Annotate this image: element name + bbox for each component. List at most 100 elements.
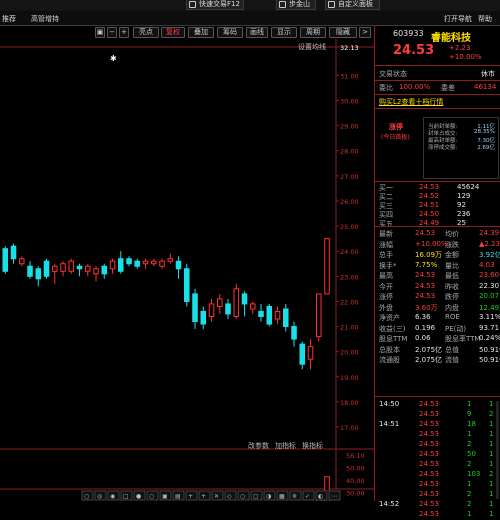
price-tick-label: 27.00	[340, 173, 359, 181]
candle-body	[118, 258, 124, 272]
price-tick-label: 28.00	[340, 148, 359, 156]
hide-button[interactable]: 隐藏	[329, 27, 357, 38]
highlight-button[interactable]: 亮点	[133, 27, 159, 38]
quote-value: 24.53	[415, 281, 436, 290]
quote-row: 最新 24.53 均价 24.39	[379, 229, 499, 239]
volume-tick-label: 30.00	[346, 490, 365, 498]
change-indicator-link[interactable]: 换指标	[302, 441, 323, 450]
price-tick-label: 32.13	[340, 44, 359, 52]
quote-label: 涨停	[379, 293, 393, 301]
kline-chart[interactable]: 设置均线 ✱ 32.13 31.00 30.00 29.00 28.00 27.00 26.…	[0, 39, 374, 520]
price-tick-label: 23.00	[340, 273, 359, 281]
tick-count: 1	[489, 450, 494, 458]
quote-value: +10.00%	[415, 239, 448, 248]
tick-volume: 2	[467, 490, 472, 498]
price-tick-label: 22.00	[340, 298, 359, 306]
menu-recommend[interactable]: 推荐	[2, 14, 16, 24]
quote-label: 跌停	[445, 293, 459, 301]
tick-price: 24.53	[419, 440, 440, 448]
trade-status-label: 交易状态	[379, 70, 407, 78]
tick-count: 2	[489, 470, 494, 478]
candle-body	[68, 260, 75, 272]
tick-price: 24.53	[419, 410, 440, 418]
weibi-value: 100.00%	[399, 83, 431, 91]
candle-body	[258, 310, 264, 317]
weibi-label: 委比	[379, 84, 393, 92]
tick-price: 24.53	[419, 500, 440, 508]
first-board-label: (今日首板)	[381, 134, 410, 141]
toggle-panel-button[interactable]: ▣	[95, 27, 105, 38]
chips-button[interactable]: 筹码	[217, 27, 243, 38]
tick-volume: 103	[467, 470, 481, 478]
menu-exec-buy[interactable]: 高管增持	[31, 14, 59, 24]
kline-chart-area[interactable]: 设置均线 ✱ 32.13 31.00 30.00 29.00 28.00 27.00 26.…	[0, 39, 374, 520]
candle-body	[19, 258, 25, 265]
adjust-button[interactable]: 复权	[161, 27, 185, 38]
bottom-tab-icon: ▢	[253, 493, 259, 500]
tick-row: 24.53 1 1	[379, 510, 499, 520]
candle-body	[225, 303, 231, 315]
l2-upgrade-link[interactable]: 购买L2查看十档行情	[379, 97, 443, 107]
quote-row: 涨停 24.53 跌停 20.07	[379, 292, 499, 302]
tick-row: 24.53 2 1	[379, 440, 499, 450]
tick-count: 1	[489, 460, 494, 468]
period-button[interactable]: 周期	[300, 27, 326, 38]
quote-row: 今开 24.53 昨收 22.30	[379, 282, 499, 292]
quote-label: 今开	[379, 282, 393, 291]
quote-value: 0.06	[415, 334, 431, 342]
menu-navigation[interactable]: 打开导航	[444, 14, 472, 24]
overlay-button[interactable]: 叠加	[188, 27, 214, 38]
bottom-tab-icon: ※	[292, 493, 297, 500]
price-tick-label: 17.00	[340, 424, 359, 432]
add-indicator-link[interactable]: 加指标	[275, 441, 296, 450]
edit-params-link[interactable]: 改参数	[248, 441, 269, 450]
candle-body	[101, 265, 108, 275]
quote-value: 50.91亿	[479, 345, 500, 354]
menu-help[interactable]: 帮助	[478, 14, 492, 24]
quote-value: 7.75%	[415, 260, 438, 269]
bottom-tab-icon: ●	[136, 493, 141, 500]
expand-button[interactable]: >	[359, 27, 371, 38]
tick-scrollbar[interactable]	[496, 401, 499, 499]
candle-body	[126, 258, 132, 265]
jinshan-button[interactable]: 步金山	[276, 0, 316, 10]
quote-value: 20.07	[479, 292, 500, 300]
candle-body	[307, 346, 314, 360]
zoom-out-button[interactable]: −	[107, 27, 117, 38]
quote-label: 总手	[379, 251, 393, 259]
zoom-in-button[interactable]: +	[119, 27, 129, 38]
limit-stat-label: 涨停成交额:	[428, 145, 458, 151]
price-change-pct: +10.00%	[449, 53, 482, 61]
quote-label: ROE	[445, 313, 460, 321]
price-tick-label: 21.00	[340, 324, 359, 332]
quote-value: 24.53	[415, 271, 436, 279]
tick-volume: 2	[467, 500, 472, 508]
quick-trade-button[interactable]: 快速交易F12	[186, 0, 244, 10]
quote-row: 总股本 2.075亿总值 50.91亿	[379, 345, 500, 355]
bottom-tab-icon: ▤	[175, 493, 181, 500]
ma-settings-label[interactable]: 设置均线	[298, 42, 326, 51]
tick-price: 24.53	[419, 490, 440, 498]
quote-value: 50.91亿	[479, 356, 500, 364]
quote-value: 16.09万	[415, 251, 443, 259]
quote-label: 外盘	[379, 303, 393, 312]
quote-label: PE(动)	[445, 324, 467, 333]
tick-row: 24.53 1 1	[379, 430, 499, 440]
quote-label: 总股本	[379, 345, 400, 354]
draw-line-button[interactable]: 画线	[246, 27, 268, 38]
candle-body	[266, 305, 273, 325]
quote-row: 股息TTM 0.06 股息率TTM 0.24%	[379, 334, 500, 344]
quote-value: 0.24%	[479, 334, 500, 342]
weicha-value: 46134	[474, 83, 497, 91]
tick-row: 14:52 24.53 2 1	[379, 500, 499, 510]
display-button[interactable]: 显示	[271, 27, 297, 38]
custom-panel-button[interactable]: 自定义面板	[325, 0, 380, 10]
quote-label: 流值	[445, 356, 459, 364]
quote-label: 换手*	[379, 261, 397, 270]
volume-tick-label: 56.10	[346, 452, 365, 460]
tick-volume: 2	[467, 440, 472, 448]
price-tick-label: 26.00	[340, 198, 359, 206]
quote-label: 均价	[445, 230, 459, 238]
price-tick-label: 18.00	[340, 399, 359, 407]
quote-value: 3.60万	[415, 303, 438, 312]
